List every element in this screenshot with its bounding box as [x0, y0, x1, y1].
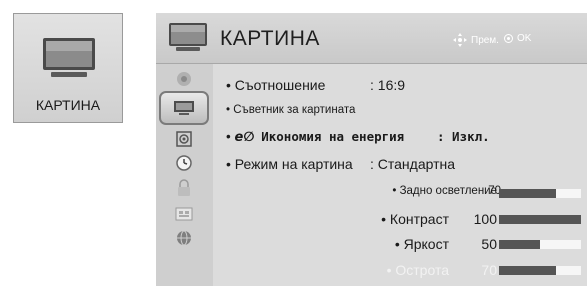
sidebar-item-options[interactable]: [169, 203, 199, 225]
menu-item-energy-saving[interactable]: • e∅ Икономия на енергия : Изкл.: [226, 129, 490, 145]
slider-contrast[interactable]: • Контраст 100: [213, 211, 587, 229]
sharpness-fill: [499, 266, 557, 275]
category-sidebar: [156, 64, 213, 286]
clock-icon: [176, 155, 192, 171]
brightness-value: 50: [481, 236, 497, 252]
energy-saving-value: : Изкл.: [437, 129, 490, 144]
menu-header: КАРТИНА Прем. OK: [156, 13, 587, 64]
backlight-fill: [499, 189, 557, 198]
move-hint: Прем.: [453, 33, 499, 47]
brightness-label: • Яркост: [394, 236, 449, 252]
picture-mode-value: : Стандартна: [370, 156, 456, 172]
sidebar-item-lock[interactable]: [169, 177, 199, 199]
energy-saving-label: Икономия на енергия: [261, 129, 405, 144]
menu-item-picture-mode[interactable]: • Режим на картина : Стандартна: [226, 156, 455, 172]
audio-icon: [176, 131, 192, 147]
sidebar-item-time[interactable]: [169, 152, 199, 174]
globe-icon: [177, 230, 191, 246]
sidebar-item-picture[interactable]: [159, 91, 209, 125]
speaker-icon: [177, 72, 191, 86]
move-hint-label: Прем.: [471, 34, 499, 46]
picture-settings-list: • Съотношение : 16:9 • Съветник за карти…: [213, 64, 587, 286]
sharpness-label: • Острота: [386, 262, 449, 278]
brightness-fill: [499, 240, 540, 249]
tv-icon: [43, 38, 95, 77]
sharpness-bar[interactable]: [499, 266, 581, 275]
sidebar-item-sound[interactable]: [169, 128, 199, 150]
sidebar-item-audio[interactable]: [169, 68, 199, 90]
ok-button-icon: [504, 34, 513, 43]
picture-category-tile[interactable]: КАРТИНА: [13, 13, 123, 123]
slider-sharpness[interactable]: • Острота 70: [213, 262, 587, 280]
picture-wizard-label: • Съветник за картината: [226, 104, 356, 116]
eco-icon: e∅: [234, 130, 255, 145]
contrast-fill: [499, 215, 581, 224]
options-icon: [175, 207, 193, 221]
contrast-label: • Контраст: [381, 211, 449, 227]
contrast-bar[interactable]: [499, 215, 581, 224]
tv-icon: [174, 101, 194, 115]
energy-bullet: •: [226, 129, 231, 144]
aspect-ratio-label: • Съотношение: [226, 77, 326, 93]
picture-menu-panel: КАРТИНА Прем. OK • Съотношение: 16:9 • …: [156, 13, 587, 286]
menu-item-picture-wizard[interactable]: • Съветник за картината: [226, 104, 355, 116]
page-title: КАРТИНА: [220, 27, 320, 50]
ok-hint-label: OK: [517, 33, 532, 44]
slider-backlight[interactable]: • Задно осветление 70: [213, 185, 587, 203]
dpad-icon: [453, 33, 467, 47]
contrast-value: 100: [473, 211, 497, 227]
backlight-bar[interactable]: [499, 189, 581, 198]
backlight-label: • Задно осветление: [392, 185, 497, 197]
sidebar-item-network[interactable]: [169, 227, 199, 249]
slider-brightness[interactable]: • Яркост 50: [213, 236, 587, 254]
picture-mode-label: • Режим на картина: [226, 156, 353, 172]
tv-icon: [169, 23, 207, 51]
lock-icon: [178, 179, 190, 196]
ok-hint: OK: [504, 33, 531, 44]
aspect-ratio-value: : 16:9: [370, 77, 406, 93]
tile-label: КАРТИНА: [35, 97, 101, 113]
menu-item-aspect-ratio[interactable]: • Съотношение : 16:9: [226, 77, 405, 93]
brightness-bar[interactable]: [499, 240, 581, 249]
sharpness-value: 70: [481, 262, 497, 278]
